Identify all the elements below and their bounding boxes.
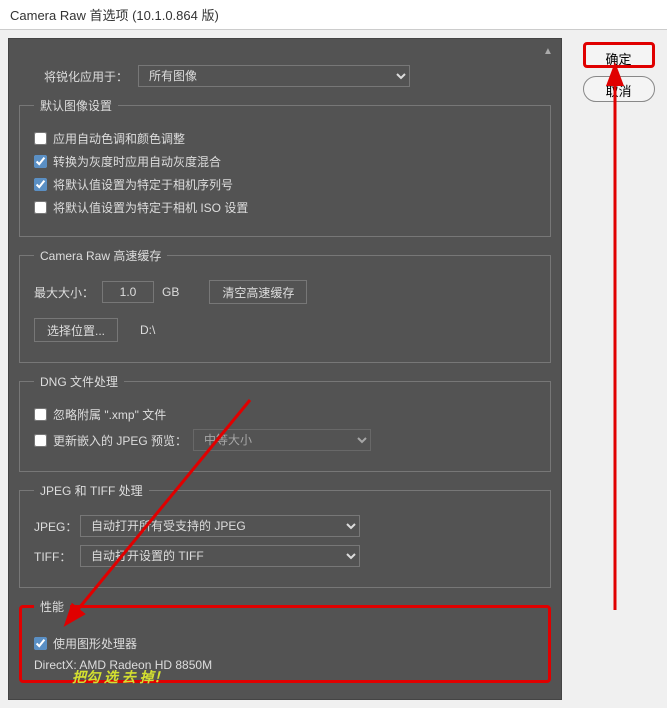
jpegtiff-fieldset: JPEG 和 TIFF 处理 JPEG： 自动打开所有受支持的 JPEG TIF… [19, 482, 551, 588]
update-jpeg-label: 更新嵌入的 JPEG 预览： [53, 432, 187, 449]
window-titlebar: Camera Raw 首选项 (10.1.0.864 版) [0, 0, 667, 30]
camera-iso-label: 将默认值设置为特定于相机 ISO 设置 [53, 199, 248, 216]
maxsize-label: 最大大小： [34, 284, 94, 301]
camera-serial-checkbox[interactable] [34, 178, 47, 191]
auto-tone-label: 应用自动色调和颜色调整 [53, 130, 185, 147]
sharpen-dropdown[interactable]: 所有图像 [138, 65, 410, 87]
use-gpu-label: 使用图形处理器 [53, 635, 137, 652]
dng-legend: DNG 文件处理 [34, 373, 124, 390]
use-gpu-checkbox[interactable] [34, 637, 47, 650]
jpeg-dropdown[interactable]: 自动打开所有受支持的 JPEG [80, 515, 360, 537]
defaults-fieldset: 默认图像设置 应用自动色调和颜色调整 转换为灰度时应用自动灰度混合 将默认值设置… [19, 97, 551, 237]
cache-legend: Camera Raw 高速缓存 [34, 247, 167, 264]
camera-serial-label: 将默认值设置为特定于相机序列号 [53, 176, 233, 193]
jpeg-label: JPEG： [34, 518, 72, 535]
grayscale-mix-checkbox[interactable] [34, 155, 47, 168]
tiff-label: TIFF： [34, 548, 72, 565]
performance-fieldset: 性能 把勾 选 去 掉！ 使用图形处理器 DirectX: AMD Radeon… [19, 598, 551, 683]
preferences-panel: ▲ 将锐化应用于： 所有图像 默认图像设置 应用自动色调和颜色调整 转换为灰度时… [8, 38, 562, 700]
maxsize-input[interactable] [102, 281, 154, 303]
annotation-text: 把勾 选 去 掉！ [72, 667, 168, 687]
dng-fieldset: DNG 文件处理 忽略附属 ".xmp" 文件 更新嵌入的 JPEG 预览： 中… [19, 373, 551, 472]
cache-fieldset: Camera Raw 高速缓存 最大大小： GB 清空高速缓存 选择位置... … [19, 247, 551, 363]
cancel-button[interactable]: 取消 [583, 76, 655, 102]
grayscale-mix-label: 转换为灰度时应用自动灰度混合 [53, 153, 221, 170]
camera-iso-checkbox[interactable] [34, 201, 47, 214]
ignore-xmp-label: 忽略附属 ".xmp" 文件 [53, 406, 166, 423]
maxsize-unit: GB [162, 285, 179, 299]
tiff-dropdown[interactable]: 自动打开设置的 TIFF [80, 545, 360, 567]
sharpen-label: 将锐化应用于： [44, 68, 128, 85]
auto-tone-checkbox[interactable] [34, 132, 47, 145]
select-location-button[interactable]: 选择位置... [34, 318, 118, 342]
ignore-xmp-checkbox[interactable] [34, 408, 47, 421]
jpeg-size-dropdown: 中等大小 [193, 429, 371, 451]
buttons-panel: 确定 取消 [570, 30, 667, 708]
update-jpeg-checkbox[interactable] [34, 434, 47, 447]
ok-button[interactable]: 确定 [583, 42, 655, 68]
window-title: Camera Raw 首选项 (10.1.0.864 版) [10, 8, 219, 23]
clear-cache-button[interactable]: 清空高速缓存 [209, 280, 307, 304]
scroll-up-icon[interactable]: ▲ [541, 45, 555, 59]
performance-legend: 性能 [34, 598, 70, 615]
defaults-legend: 默认图像设置 [34, 97, 118, 114]
jpegtiff-legend: JPEG 和 TIFF 处理 [34, 482, 149, 499]
cache-path: D:\ [140, 323, 155, 337]
